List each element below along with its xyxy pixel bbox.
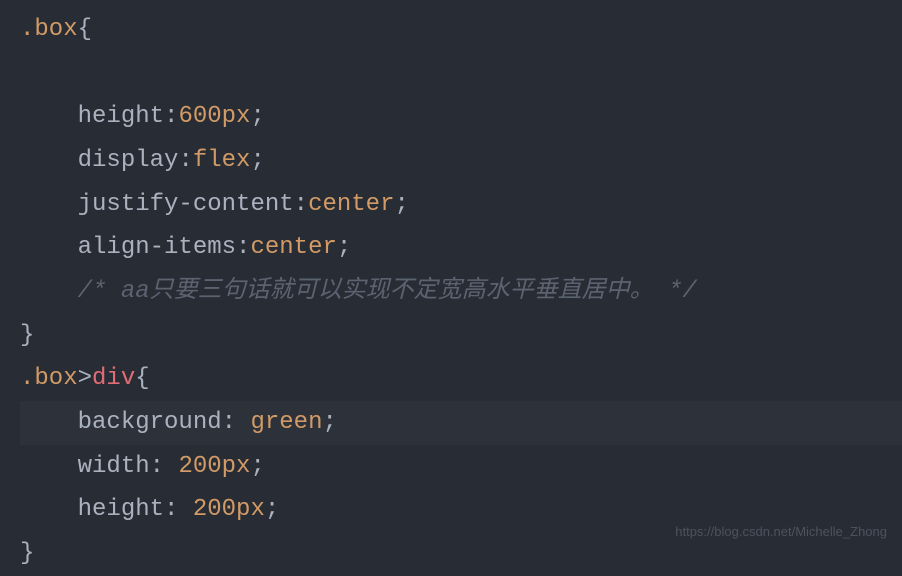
css-property: align-items [78, 234, 236, 261]
colon: : [150, 453, 179, 480]
code-line-active: background: green; [20, 401, 902, 445]
css-property: background [78, 409, 222, 436]
css-value: 200px [178, 453, 250, 480]
colon: : [236, 234, 250, 261]
css-comment: /* aa只要三句话就可以实现不定宽高水平垂直居中。 */ [78, 278, 697, 305]
code-line: .box>div{ [20, 357, 902, 401]
code-line: align-items:center; [20, 226, 902, 270]
code-line: .box{ [20, 8, 902, 52]
css-property: display [78, 147, 179, 174]
code-line: height:600px; [20, 95, 902, 139]
semicolon: ; [337, 234, 351, 261]
watermark: https://blog.csdn.net/Michelle_Zhong [675, 520, 887, 544]
css-selector: .box [20, 365, 78, 392]
css-value: 600px [178, 103, 250, 130]
semicolon: ; [322, 409, 336, 436]
semicolon: ; [250, 103, 264, 130]
css-property: height [78, 496, 164, 523]
combinator: > [78, 365, 92, 392]
css-property: justify-content [78, 191, 294, 218]
colon: : [222, 409, 251, 436]
code-editor[interactable]: .box{ height:600px; display:flex; justif… [20, 8, 902, 576]
semicolon: ; [265, 496, 279, 523]
close-brace: } [20, 322, 34, 349]
open-brace: { [78, 16, 92, 43]
css-selector: .box [20, 16, 78, 43]
code-line: /* aa只要三句话就可以实现不定宽高水平垂直居中。 */ [20, 270, 902, 314]
code-line [20, 52, 902, 96]
css-value: green [250, 409, 322, 436]
code-line: display:flex; [20, 139, 902, 183]
colon: : [294, 191, 308, 218]
colon: : [178, 147, 192, 174]
semicolon: ; [250, 147, 264, 174]
css-value: center [250, 234, 336, 261]
css-value: flex [193, 147, 251, 174]
semicolon: ; [394, 191, 408, 218]
semicolon: ; [250, 453, 264, 480]
open-brace: { [135, 365, 149, 392]
css-selector-tag: div [92, 365, 135, 392]
code-line: } [20, 314, 902, 358]
css-value: center [308, 191, 394, 218]
code-line: width: 200px; [20, 445, 902, 489]
colon: : [164, 496, 193, 523]
code-line: justify-content:center; [20, 183, 902, 227]
css-value: 200px [193, 496, 265, 523]
colon: : [164, 103, 178, 130]
css-property: width [78, 453, 150, 480]
css-property: height [78, 103, 164, 130]
